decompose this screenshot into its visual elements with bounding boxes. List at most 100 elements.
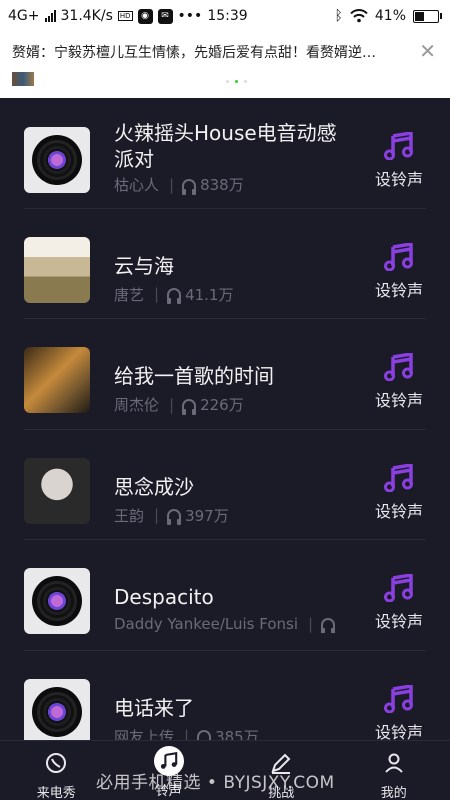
song-title: 给我一首歌的时间 — [114, 364, 274, 388]
clock: 15:39 — [207, 8, 248, 24]
song-title: 云与海 — [114, 253, 174, 278]
network-speed: 31.4K/s — [60, 8, 113, 24]
meta-separator: | — [169, 175, 175, 194]
tab-ringtone[interactable]: 铃声 — [113, 741, 226, 800]
tab-challenge[interactable]: 挑战 — [225, 741, 338, 800]
tab-call-show[interactable]: 来电秀 — [0, 741, 113, 800]
vinyl-icon — [32, 135, 82, 185]
song-cover — [24, 347, 90, 413]
song-meta: 唐艺 | 41.1万 — [114, 284, 350, 305]
music-note-icon — [384, 463, 413, 492]
song-cover — [24, 127, 90, 193]
music-note-icon — [384, 574, 413, 602]
tab-label: 来电秀 — [36, 786, 76, 800]
tab-label: 挑战 — [268, 786, 295, 800]
bottom-tab-bar: 来电秀 铃声 挑战 我的 — [0, 740, 450, 800]
profile-icon — [385, 753, 403, 773]
notification-text[interactable]: 赘婿：宁毅苏檀儿互生情愫，先婚后爱有点甜！看赘婿逆… — [12, 42, 407, 62]
app-notification-icon: ◉ — [137, 8, 153, 24]
set-ringtone-label: 设铃声 — [374, 280, 423, 300]
ringtone-list[interactable]: 火辣摇头House电音动感派对 枯心人 | 838万 设铃声 云与海 唐艺 | … — [0, 98, 450, 740]
call-show-icon — [46, 753, 67, 773]
set-ringtone-button[interactable]: 设铃声 — [362, 132, 436, 190]
song-cover — [24, 678, 90, 740]
headphone-icon — [182, 178, 197, 195]
music-note-icon — [153, 746, 184, 776]
page-indicator — [226, 80, 247, 83]
song-row[interactable]: 思念成沙 王韵 | 397万 设铃声 — [0, 430, 450, 540]
headphone-icon — [197, 730, 212, 740]
song-title: 火辣摇头House电音动感派对 — [114, 121, 337, 171]
song-cover — [24, 457, 90, 524]
music-note-icon — [384, 132, 413, 160]
meta-separator: | — [169, 395, 175, 414]
headphone-icon — [182, 398, 197, 415]
bluetooth-icon: ᛒ — [334, 8, 343, 24]
music-note-icon — [384, 353, 413, 381]
message-icon: ✉ — [157, 8, 173, 24]
meta-separator: | — [308, 615, 314, 633]
song-title: 思念成沙 — [114, 474, 194, 499]
song-artist: 王韵 — [114, 506, 145, 525]
hd-badge: HD — [117, 11, 133, 21]
vinyl-icon — [32, 686, 82, 737]
song-row[interactable]: 给我一首歌的时间 周杰伦 | 226万 设铃声 — [0, 319, 450, 430]
song-meta: Daddy Yankee/Luis Fonsi | — [114, 615, 350, 633]
song-cover — [24, 568, 90, 634]
network-type: 4G+ — [8, 8, 40, 24]
headphone-icon — [167, 509, 182, 525]
meta-separator: | — [184, 727, 190, 740]
song-artist: 周杰伦 — [114, 396, 160, 414]
set-ringtone-label: 设铃声 — [374, 612, 423, 631]
set-ringtone-label: 设铃声 — [374, 391, 423, 410]
song-artist: Daddy Yankee/Luis Fonsi — [114, 615, 298, 633]
set-ringtone-button[interactable]: 设铃声 — [362, 353, 436, 411]
set-ringtone-button[interactable]: 设铃声 — [362, 574, 436, 632]
wifi-icon — [350, 9, 368, 23]
vinyl-icon — [32, 576, 82, 626]
song-cover — [24, 236, 90, 303]
song-row[interactable]: 云与海 唐艺 | 41.1万 设铃声 — [0, 209, 450, 319]
song-row[interactable]: Despacito Daddy Yankee/Luis Fonsi | 设铃声 — [0, 540, 450, 651]
song-title: 电话来了 — [114, 695, 194, 720]
set-ringtone-label: 设铃声 — [374, 170, 423, 189]
battery-percent: 41% — [374, 8, 406, 24]
song-plays: 385万 — [215, 727, 259, 741]
headphone-icon — [321, 618, 336, 633]
song-meta: 网友上传 | 385万 — [114, 726, 350, 741]
tab-label: 铃声 — [155, 784, 182, 799]
song-plays: 838万 — [200, 176, 244, 194]
notification-thumbnail — [12, 72, 34, 86]
music-note-icon — [384, 242, 413, 271]
song-row[interactable]: 火辣摇头House电音动感派对 枯心人 | 838万 设铃声 — [0, 98, 450, 209]
song-meta: 枯心人 | 838万 — [114, 174, 350, 195]
meta-separator: | — [154, 506, 160, 524]
song-plays: 397万 — [185, 506, 229, 525]
pen-icon — [271, 753, 291, 774]
more-icon: ••• — [177, 8, 203, 24]
song-artist: 唐艺 — [114, 285, 145, 304]
song-artist: 枯心人 — [114, 176, 160, 194]
tab-label: 我的 — [380, 786, 407, 800]
song-artist: 网友上传 — [114, 727, 175, 741]
meta-separator: | — [154, 285, 160, 303]
signal-icon — [44, 10, 56, 22]
set-ringtone-button[interactable]: 设铃声 — [362, 463, 436, 522]
song-title: Despacito — [114, 585, 214, 609]
song-row[interactable]: 电话来了 网友上传 | 385万 设铃声 — [0, 651, 450, 741]
song-plays: 226万 — [200, 396, 244, 414]
song-meta: 周杰伦 | 226万 — [114, 394, 350, 415]
set-ringtone-button[interactable]: 设铃声 — [362, 242, 436, 301]
song-plays: 41.1万 — [185, 285, 234, 304]
status-bar: 4G+ 31.4K/s HD ◉ ✉ ••• 15:39 ᛒ 41% — [0, 0, 450, 32]
set-ringtone-button[interactable]: 设铃声 — [362, 684, 436, 741]
music-note-icon — [384, 684, 413, 713]
headphone-icon — [167, 288, 182, 304]
tab-profile[interactable]: 我的 — [338, 741, 450, 800]
set-ringtone-label: 设铃声 — [374, 501, 423, 521]
song-meta: 王韵 | 397万 — [114, 505, 350, 526]
close-icon[interactable]: ✕ — [419, 41, 436, 61]
notification-banner[interactable]: 赘婿：宁毅苏檀儿互生情愫，先婚后爱有点甜！看赘婿逆… ✕ — [0, 32, 450, 130]
set-ringtone-label: 设铃声 — [374, 722, 423, 741]
battery-icon — [413, 9, 442, 23]
